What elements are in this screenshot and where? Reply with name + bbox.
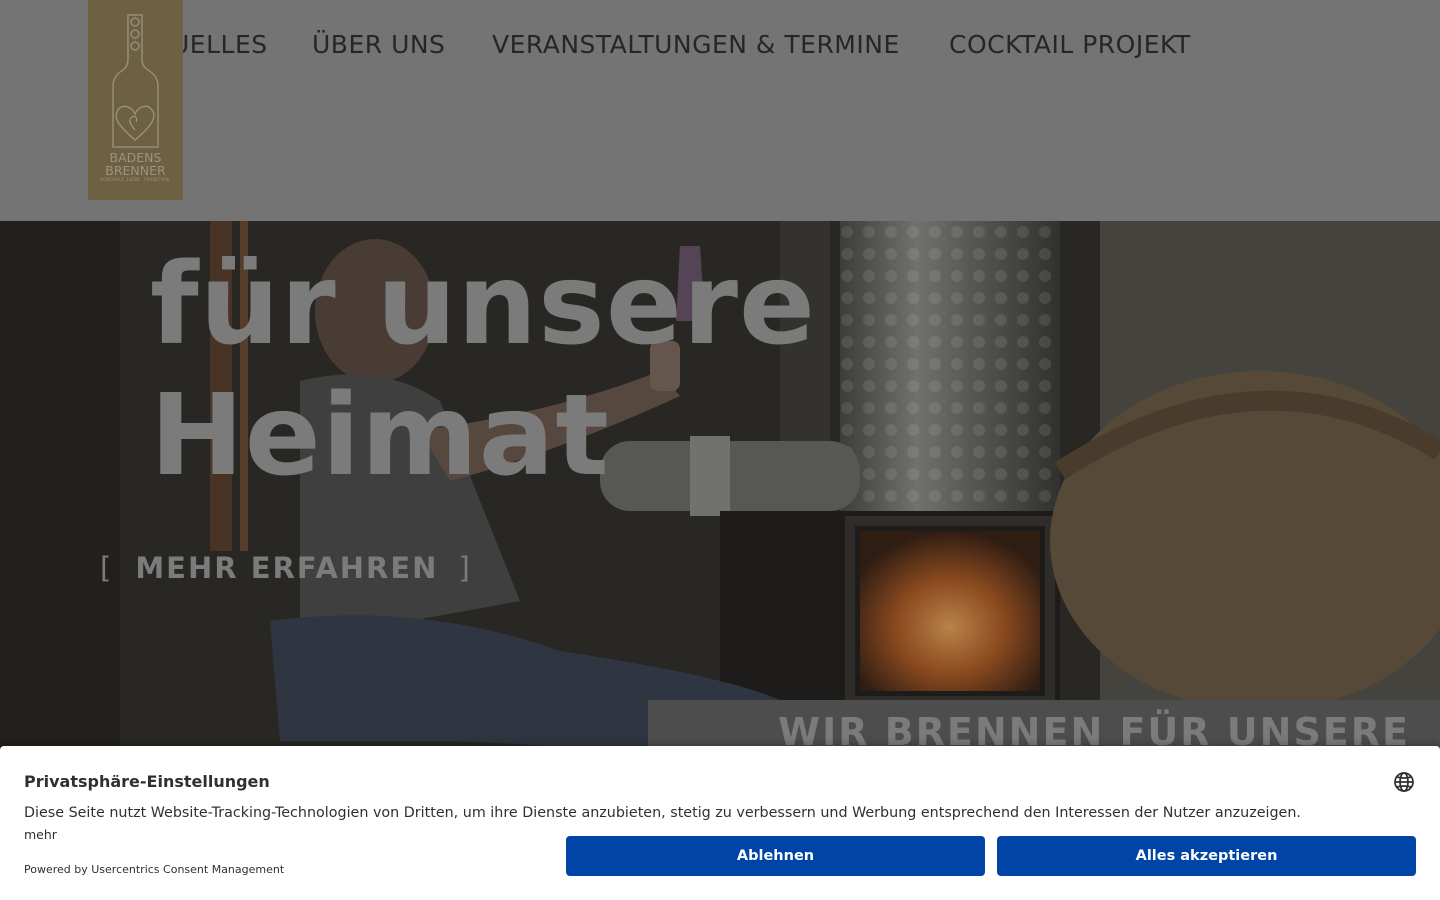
hero-headline-line2: Heimat	[150, 371, 610, 501]
logo-tagline: SORGFALT. LIEBE. TRADITION.	[100, 178, 171, 183]
consent-powered-by: Powered by Usercentrics Consent Manageme…	[24, 863, 285, 876]
bracket-close: ]	[458, 551, 472, 585]
consent-banner: Privatsphäre-Einstellungen Diese Seite n…	[0, 746, 1440, 900]
deny-button[interactable]: Ablehnen	[566, 836, 985, 876]
consent-more-link[interactable]: mehr	[24, 827, 57, 842]
globe-icon[interactable]	[1393, 771, 1415, 793]
mehr-erfahren-button[interactable]: [ MEHR ERFAHREN]	[100, 551, 472, 585]
accept-all-button[interactable]: Alles akzeptieren	[997, 836, 1416, 876]
mehr-erfahren-label: MEHR ERFAHREN	[135, 551, 439, 585]
logo-wordmark-line2: BRENNER	[105, 163, 166, 178]
main-nav: UELLES ÜBER UNS VERANSTALTUNGEN & TERMIN…	[0, 30, 1440, 64]
bottle-heart-icon	[112, 14, 159, 148]
consent-title: Privatsphäre-Einstellungen	[24, 772, 270, 791]
brand-logo[interactable]: BADENS BRENNER SORGFALT. LIEBE. TRADITIO…	[88, 0, 183, 200]
consent-description: Diese Seite nutzt Website-Tracking-Techn…	[24, 805, 1301, 821]
nav-item-aktuelles[interactable]: UELLES	[171, 30, 268, 59]
bracket-open: [	[100, 551, 114, 585]
nav-item-veranstaltungen[interactable]: VERANSTALTUNGEN & TERMINE	[492, 30, 900, 59]
hero-headline-line1: für unsere	[150, 240, 816, 370]
nav-item-cocktail-projekt[interactable]: COCKTAIL PROJEKT	[949, 30, 1191, 59]
nav-item-ueber-uns[interactable]: ÜBER UNS	[312, 30, 445, 59]
site-header: UELLES ÜBER UNS VERANSTALTUNGEN & TERMIN…	[0, 0, 1440, 221]
